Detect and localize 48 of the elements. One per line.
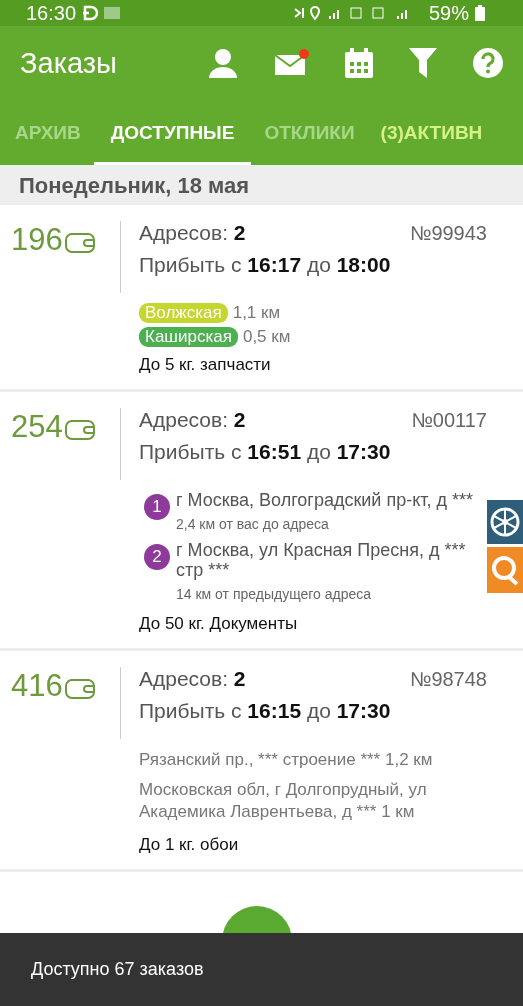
- order-number: №98748: [409, 668, 487, 691]
- tab[interactable]: ОТКЛИКИ: [251, 100, 368, 165]
- wallet-icon: [64, 679, 95, 699]
- metro-station-tag: Каширская: [139, 327, 238, 347]
- order-card[interactable]: [0, 392, 523, 648]
- wheel-icon[interactable]: [487, 500, 523, 544]
- cargo-description: До 5 кг. запчасти: [138, 355, 272, 375]
- distance: 1,1 км: [232, 303, 281, 323]
- mail-icon[interactable]: [275, 49, 309, 77]
- stop-number: 2: [144, 544, 170, 570]
- tab[interactable]: АРХИВ: [2, 100, 94, 165]
- order-number: №00117: [411, 409, 487, 432]
- arrival-window: Прибыть с 16:17 до 18:00: [139, 253, 487, 293]
- profile-icon[interactable]: [207, 48, 239, 78]
- stop-number: 1: [144, 494, 170, 520]
- battery-level: 59%: [428, 1, 469, 25]
- price: 254: [11, 410, 63, 444]
- wallet-icon: [64, 233, 95, 253]
- clock-time: 16:30: [26, 1, 77, 25]
- address-note: 14 км от предыдущего адреса: [176, 586, 373, 602]
- address-text: Рязанский пр., *** строение *** 1,2 км: [139, 749, 434, 771]
- order-card[interactable]: 416 Адресов: 2 №98748 Прибыть с 16:15 до 17:30 Рязанский пр., *** строение *** 1,2 км Московская обл, г Долгопрудный, ул Академика Лаврентьева, д *** 1 км До 1 кг. обои: [0, 651, 523, 869]
- date-header: Понедельник, 18 мая: [0, 165, 523, 205]
- tab[interactable]: (3)АКТИВН: [367, 100, 496, 165]
- snackbar-message: Доступно 67 заказов: [31, 959, 204, 980]
- help-icon[interactable]: [473, 48, 503, 78]
- order-card[interactable]: 196 Адресов: 2 №99943 Прибыть с 16:17 до 18:00 Волжская 1,1 км Каширская 0,5 км До 5 кг. запчасти: [0, 205, 523, 389]
- address-text: Московская обл, г Долгопрудный, ул Академика Лаврентьева, д *** 1 км: [139, 779, 428, 823]
- battery-icon: [475, 5, 485, 21]
- address-count: Адресов: 2: [139, 221, 246, 245]
- metro-station-tag: Волжская: [139, 303, 228, 323]
- address-text: г Москва, Волгоградский пр-кт, д ***: [176, 490, 473, 510]
- price: 416: [11, 669, 63, 703]
- wallet-icon: [64, 420, 95, 440]
- cargo-description: До 50 кг. Документы: [138, 614, 299, 634]
- order-number: №99943: [409, 222, 487, 245]
- calendar-icon[interactable]: [345, 48, 373, 78]
- arrival-window: Прибыть с 16:51 до 17:30: [139, 440, 487, 480]
- distance: 0,5 км: [242, 327, 291, 347]
- address-count: Адресов: 2: [139, 408, 246, 432]
- address-count: Адресов: 2: [139, 667, 246, 691]
- address-text: г Москва, ул Красная Пресня, д *** стр ***: [176, 540, 467, 580]
- arrival-window: Прибыть с 16:15 до 17:30: [139, 699, 487, 739]
- cargo-description: До 1 кг. обои: [138, 835, 240, 855]
- filter-icon[interactable]: [409, 48, 437, 78]
- address-note: 2,4 км от вас до адреса: [176, 516, 330, 532]
- screen-title: Заказы: [20, 46, 117, 80]
- price: 196: [11, 223, 63, 257]
